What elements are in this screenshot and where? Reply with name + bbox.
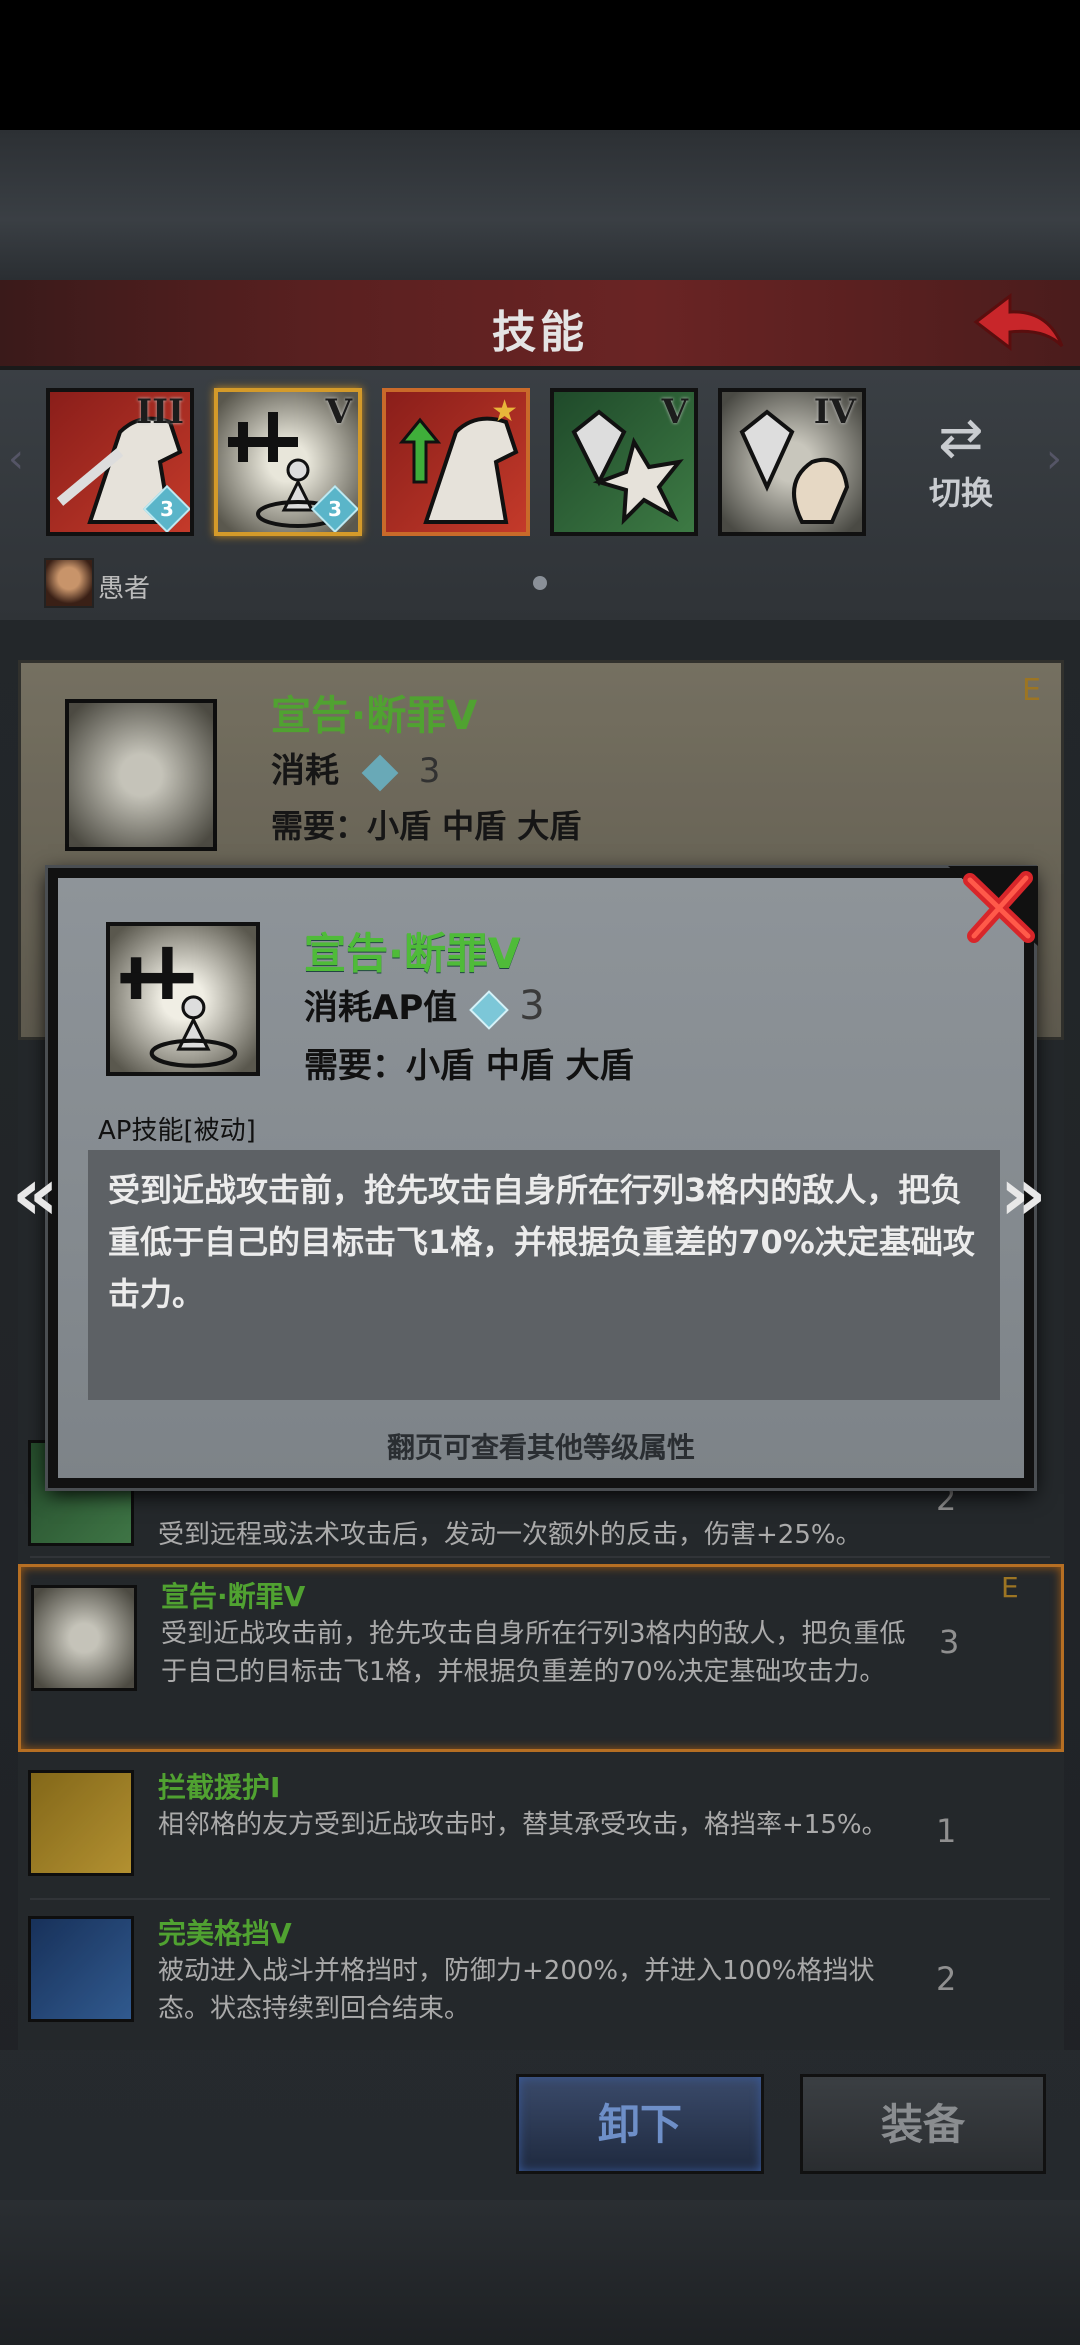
skill-slot[interactable]: V <box>550 388 698 536</box>
background-band <box>0 130 1080 280</box>
skill-rank: III <box>136 392 184 432</box>
skill-rank: V <box>325 392 352 432</box>
switch-icon: ⇄ <box>938 406 984 469</box>
popup-description: 受到近战攻击前，抢先攻击自身所在行列3格内的敌人，把负重低于自己的目标击飞1格，… <box>88 1150 1000 1400</box>
skill-slot[interactable]: III 3 <box>46 388 194 536</box>
page-title: 技能 <box>492 307 588 358</box>
skill-rank: V <box>661 392 688 432</box>
skill-popup: 宣告·断罪V 消耗AP值 3 需要：小盾 中盾 大盾 AP技能[被动] 受到近战攻… <box>48 868 1034 1488</box>
popup-hint: 翻页可查看其他等级属性 <box>386 1431 695 1464</box>
popup-cost: 消耗AP值 3 <box>304 983 545 1030</box>
star-icon: ★ <box>491 394 518 429</box>
close-icon[interactable] <box>948 866 1038 946</box>
skill-slot-selected[interactable]: V 3 <box>214 388 362 536</box>
strip-next-icon[interactable]: › <box>1046 436 1062 482</box>
unequip-button[interactable]: 卸下 <box>516 2074 764 2174</box>
strip-prev-icon[interactable]: ‹ <box>8 436 24 482</box>
popup-skill-type: AP技能[被动] <box>98 1116 256 1146</box>
page-indicator <box>533 576 547 590</box>
popup-skill-name: 宣告·断罪V <box>304 929 521 978</box>
hero-avatar <box>44 558 94 608</box>
switch-button[interactable]: ⇄ 切换 <box>916 408 1006 528</box>
bottom-background <box>0 2200 1080 2345</box>
popup-next-icon[interactable]: » <box>1000 1152 1047 1236</box>
back-arrow-icon[interactable] <box>968 290 1068 360</box>
declaration-judgment-icon <box>106 922 260 1076</box>
skill-slot[interactable]: IV <box>718 388 866 536</box>
skill-slot[interactable]: ★ <box>382 388 530 536</box>
skill-rank: IV <box>813 392 856 432</box>
hero-name: 愚者 <box>98 574 151 604</box>
equip-button[interactable]: 装备 <box>800 2074 1046 2174</box>
popup-prev-icon[interactable]: « <box>12 1152 59 1236</box>
ap-gem-icon <box>469 989 510 1030</box>
switch-label: 切换 <box>928 474 993 512</box>
status-area <box>0 0 1080 130</box>
popup-requirement: 需要：小盾 中盾 大盾 <box>304 1046 634 1086</box>
